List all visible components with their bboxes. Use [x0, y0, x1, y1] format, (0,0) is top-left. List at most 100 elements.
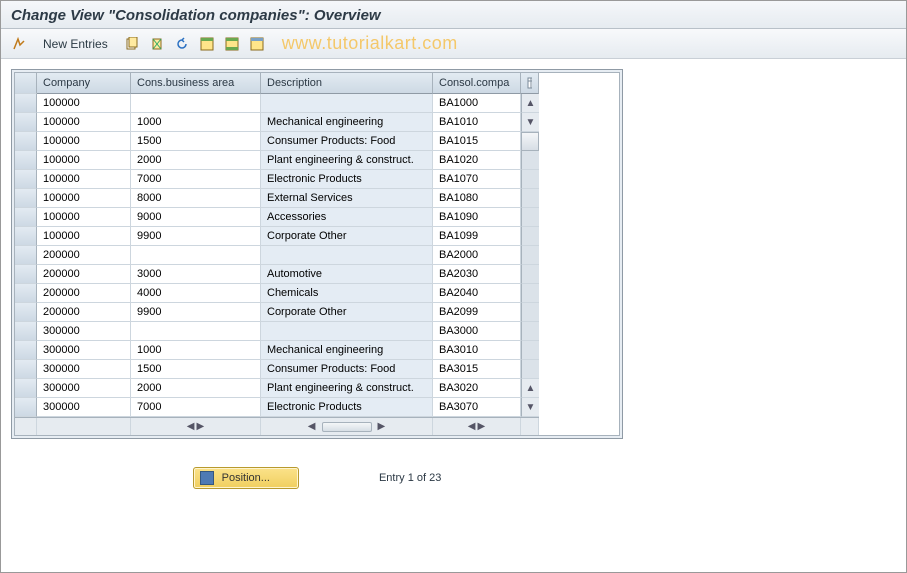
cell-consol-company[interactable]: BA3070 — [433, 398, 521, 417]
cell-cons-business-area[interactable]: 7000 — [131, 398, 261, 417]
row-selector[interactable] — [15, 151, 37, 170]
cell-cons-business-area[interactable]: 1000 — [131, 113, 261, 132]
scroll-track[interactable] — [521, 322, 539, 341]
row-selector[interactable] — [15, 113, 37, 132]
scroll-track[interactable] — [521, 170, 539, 189]
cell-consol-company[interactable]: BA2099 — [433, 303, 521, 322]
hscroll-seg-desc[interactable]: ◀▶ — [261, 418, 433, 435]
row-selector[interactable] — [15, 284, 37, 303]
cell-cons-business-area[interactable] — [131, 322, 261, 341]
cell-consol-company[interactable]: BA1010 — [433, 113, 521, 132]
select-block-icon[interactable] — [222, 34, 242, 54]
cell-company[interactable]: 100000 — [37, 132, 131, 151]
cell-company[interactable]: 300000 — [37, 379, 131, 398]
cell-consol-company[interactable]: BA1099 — [433, 227, 521, 246]
scroll-track[interactable] — [521, 303, 539, 322]
cell-company[interactable]: 300000 — [37, 360, 131, 379]
cell-consol-company[interactable]: BA1070 — [433, 170, 521, 189]
cell-consol-company[interactable]: BA3010 — [433, 341, 521, 360]
cell-company[interactable]: 200000 — [37, 265, 131, 284]
cell-consol-company[interactable]: BA1000 — [433, 94, 521, 113]
cell-company[interactable]: 300000 — [37, 398, 131, 417]
hscroll-left-icon[interactable]: ◀ — [308, 421, 316, 432]
cell-cons-business-area[interactable]: 2000 — [131, 151, 261, 170]
cell-consol-company[interactable]: BA3000 — [433, 322, 521, 341]
cell-cons-business-area[interactable] — [131, 246, 261, 265]
hscroll-right-icon[interactable]: ▶ — [478, 421, 486, 432]
cell-cons-business-area[interactable] — [131, 94, 261, 113]
hscroll-seg-cba[interactable]: ◀▶ — [131, 418, 261, 435]
deselect-all-icon[interactable] — [247, 34, 267, 54]
row-selector[interactable] — [15, 265, 37, 284]
cell-company[interactable]: 100000 — [37, 113, 131, 132]
hscroll-thumb[interactable] — [322, 422, 372, 432]
cell-consol-company[interactable]: BA3015 — [433, 360, 521, 379]
cell-company[interactable]: 200000 — [37, 246, 131, 265]
hscroll-right-icon[interactable]: ▶ — [197, 421, 205, 432]
cell-consol-company[interactable]: BA1015 — [433, 132, 521, 151]
cell-company[interactable]: 300000 — [37, 341, 131, 360]
scroll-track[interactable] — [521, 284, 539, 303]
row-selector[interactable] — [15, 189, 37, 208]
hscroll-left-icon[interactable]: ◀ — [187, 421, 195, 432]
scroll-up-icon[interactable]: ▲ — [521, 94, 539, 113]
cell-company[interactable]: 100000 — [37, 151, 131, 170]
col-company[interactable]: Company — [37, 73, 131, 94]
col-consol-company[interactable]: Consol.compa — [433, 73, 521, 94]
cell-consol-company[interactable]: BA1080 — [433, 189, 521, 208]
row-selector[interactable] — [15, 170, 37, 189]
cell-cons-business-area[interactable]: 9900 — [131, 303, 261, 322]
hscroll-left-icon[interactable]: ◀ — [468, 421, 476, 432]
cell-company[interactable]: 300000 — [37, 322, 131, 341]
row-selector[interactable] — [15, 227, 37, 246]
cell-cons-business-area[interactable]: 1000 — [131, 341, 261, 360]
cell-cons-business-area[interactable]: 1500 — [131, 132, 261, 151]
row-selector[interactable] — [15, 208, 37, 227]
col-cons-business-area[interactable]: Cons.business area — [131, 73, 261, 94]
cell-cons-business-area[interactable]: 3000 — [131, 265, 261, 284]
scroll-up-step-icon[interactable]: ▲ — [521, 379, 539, 398]
cell-cons-business-area[interactable]: 7000 — [131, 170, 261, 189]
row-selector[interactable] — [15, 360, 37, 379]
cell-company[interactable]: 100000 — [37, 189, 131, 208]
copy-icon[interactable] — [122, 34, 142, 54]
table-settings-icon[interactable] — [521, 73, 539, 94]
row-selector[interactable] — [15, 322, 37, 341]
row-selector[interactable] — [15, 303, 37, 322]
position-button[interactable]: Position... — [193, 467, 299, 489]
scroll-track[interactable] — [521, 246, 539, 265]
cell-company[interactable]: 200000 — [37, 303, 131, 322]
cell-company[interactable]: 100000 — [37, 227, 131, 246]
cell-consol-company[interactable]: BA1020 — [433, 151, 521, 170]
cell-consol-company[interactable]: BA2030 — [433, 265, 521, 284]
hscroll-right-icon[interactable]: ▶ — [378, 421, 386, 432]
row-selector[interactable] — [15, 379, 37, 398]
cell-consol-company[interactable]: BA2000 — [433, 246, 521, 265]
cell-cons-business-area[interactable]: 4000 — [131, 284, 261, 303]
row-selector-header[interactable] — [15, 73, 37, 94]
cell-company[interactable]: 100000 — [37, 208, 131, 227]
undo-icon[interactable] — [172, 34, 192, 54]
scroll-down-step-icon[interactable]: ▼ — [521, 113, 539, 132]
toggle-icon[interactable] — [9, 34, 29, 54]
scroll-track[interactable] — [521, 151, 539, 170]
row-selector[interactable] — [15, 132, 37, 151]
scroll-down-icon[interactable]: ▼ — [521, 398, 539, 417]
cell-company[interactable]: 100000 — [37, 94, 131, 113]
cell-company[interactable]: 100000 — [37, 170, 131, 189]
new-entries-button[interactable]: New Entries — [34, 34, 117, 54]
cell-cons-business-area[interactable]: 9900 — [131, 227, 261, 246]
scroll-track[interactable] — [521, 360, 539, 379]
row-selector[interactable] — [15, 246, 37, 265]
cell-consol-company[interactable]: BA3020 — [433, 379, 521, 398]
cell-cons-business-area[interactable]: 2000 — [131, 379, 261, 398]
scroll-track[interactable] — [521, 227, 539, 246]
cell-cons-business-area[interactable]: 9000 — [131, 208, 261, 227]
scroll-track[interactable] — [521, 208, 539, 227]
delete-icon[interactable] — [147, 34, 167, 54]
hscroll-seg-cc[interactable]: ◀▶ — [433, 418, 521, 435]
select-all-icon[interactable] — [197, 34, 217, 54]
cell-cons-business-area[interactable]: 1500 — [131, 360, 261, 379]
scroll-thumb[interactable] — [521, 132, 539, 151]
row-selector[interactable] — [15, 341, 37, 360]
